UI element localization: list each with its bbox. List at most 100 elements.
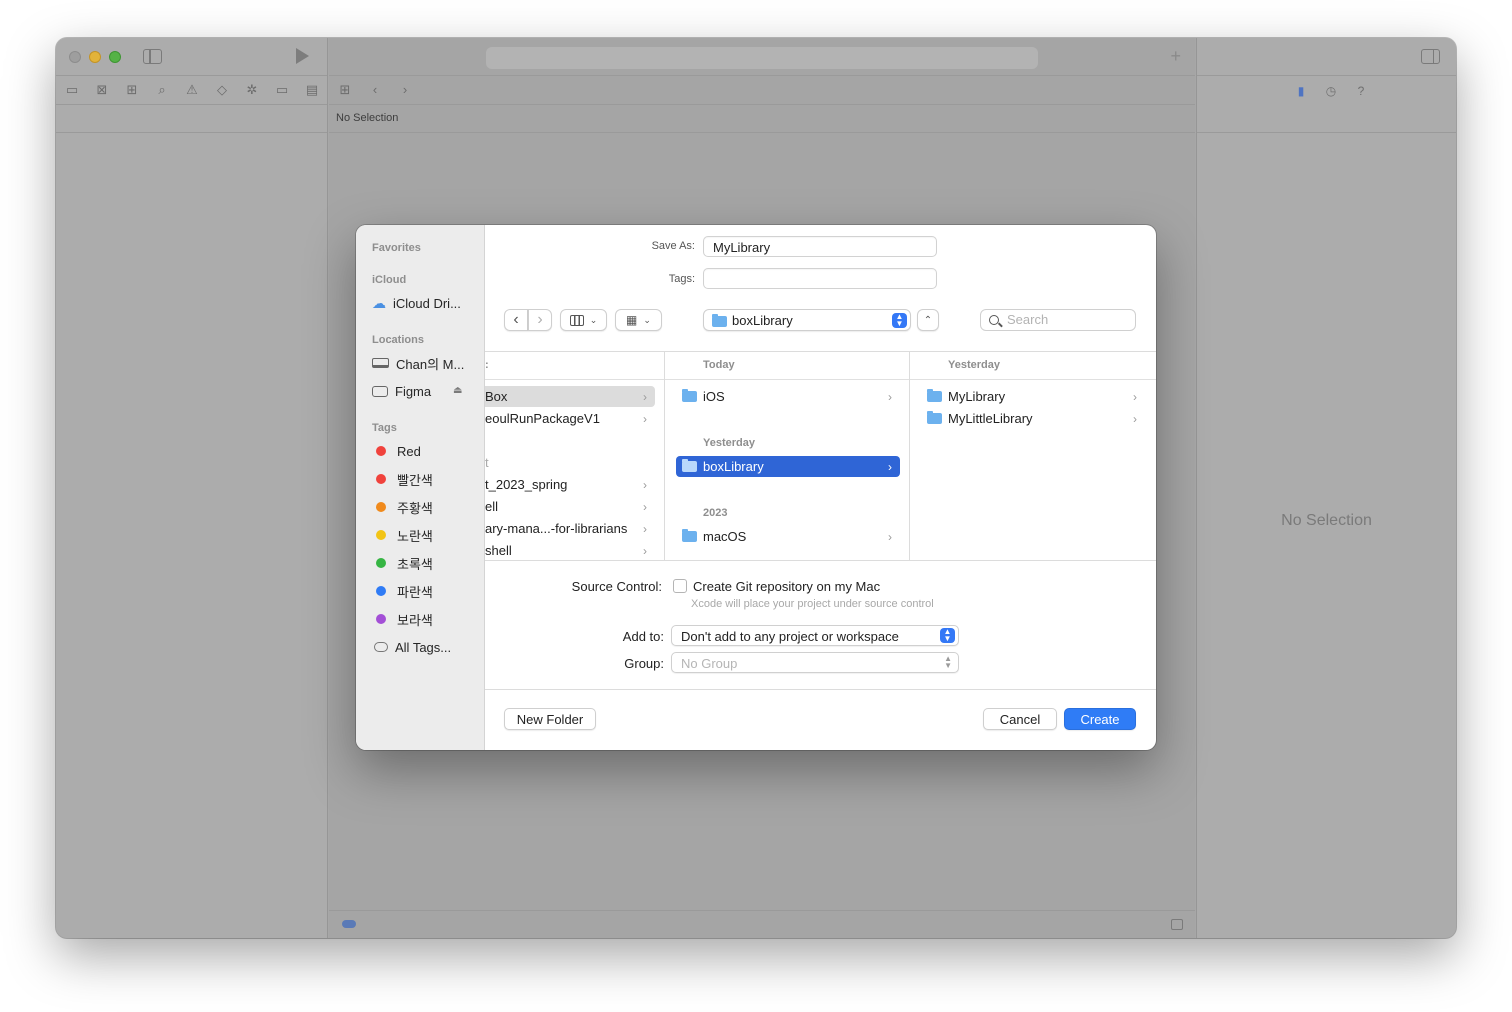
column-browser: : Box › eoulRunPackageV1 › t t_2023_spring › el… bbox=[485, 351, 1156, 561]
sidebar-item-tag[interactable]: 노란색 bbox=[372, 525, 433, 545]
sidebar-item-icloud-drive[interactable]: ☁ iCloud Dri... bbox=[372, 293, 461, 313]
issue-icon[interactable]: ⚠ bbox=[184, 83, 200, 97]
folder-icon bbox=[927, 389, 942, 402]
chevron-left-icon: ‹ bbox=[513, 311, 519, 328]
navigator-titlebar bbox=[56, 38, 327, 76]
git-checkbox[interactable] bbox=[673, 579, 687, 593]
sidebar-item-tag[interactable]: 빨간색 bbox=[372, 469, 433, 489]
filter-badge-icon[interactable] bbox=[342, 920, 356, 928]
columns-icon bbox=[569, 314, 584, 326]
git-hint: Xcode will place your project under sour… bbox=[691, 598, 934, 610]
help-icon[interactable]: ? bbox=[1353, 84, 1369, 98]
sidebar-item-tag[interactable]: 보라색 bbox=[372, 609, 433, 629]
sidebar-toggle-icon[interactable] bbox=[143, 49, 162, 64]
run-icon[interactable] bbox=[296, 48, 309, 64]
search-input[interactable] bbox=[1007, 312, 1127, 327]
tag-color-dot-icon bbox=[376, 446, 386, 456]
list-item[interactable]: eoulRunPackageV1 › bbox=[485, 408, 655, 429]
list-item[interactable]: ell › bbox=[485, 496, 655, 517]
debug-icon[interactable]: ✲ bbox=[244, 83, 260, 97]
sidebar-item-tag[interactable]: 파란색 bbox=[372, 581, 433, 601]
view-mode-button[interactable]: ⌄ bbox=[560, 309, 607, 331]
sidebar-item-tag[interactable]: Red bbox=[372, 441, 421, 461]
list-item[interactable]: shell › bbox=[485, 540, 655, 560]
grid-icon[interactable]: ⊞ bbox=[337, 83, 353, 97]
folder-icon bbox=[682, 389, 697, 402]
symbol-icon[interactable]: ⊞ bbox=[124, 83, 140, 97]
group-popup[interactable]: No Group ▲ ▼ bbox=[671, 652, 959, 673]
list-item[interactable]: MyLittleLibrary › bbox=[921, 408, 1145, 429]
group-button[interactable]: ▦ ⌄ bbox=[615, 309, 662, 331]
inspector-separator bbox=[1197, 105, 1456, 133]
back-icon[interactable]: ‹ bbox=[367, 83, 383, 97]
folder-icon[interactable]: ▭ bbox=[64, 83, 80, 97]
chevron-right-icon: › bbox=[888, 529, 892, 544]
updown-icon: ▲ ▼ bbox=[892, 313, 907, 328]
chevron-right-icon: › bbox=[643, 521, 647, 536]
close-button[interactable] bbox=[69, 51, 81, 63]
column-2-header: Today bbox=[665, 352, 909, 380]
eject-icon[interactable]: ⏏ bbox=[453, 385, 462, 396]
chevron-right-icon: › bbox=[1133, 411, 1137, 426]
plus-icon[interactable]: + bbox=[1170, 46, 1181, 66]
folder-icon bbox=[712, 314, 727, 327]
add-to-popup[interactable]: Don't add to any project or workspace ▲ ▼ bbox=[671, 625, 959, 646]
sidebar-item-tag[interactable]: 주황색 bbox=[372, 497, 433, 517]
debug-bar bbox=[329, 910, 1195, 938]
source-control-icon[interactable]: ⊠ bbox=[94, 83, 110, 97]
navigator-selector-bar: ▭ ⊠ ⊞ ⌕ ⚠ ◇ ✲ ▭ ▤ bbox=[56, 76, 327, 105]
list-item-selected[interactable]: boxLibrary › bbox=[676, 456, 900, 477]
zoom-button[interactable] bbox=[109, 51, 121, 63]
find-icon[interactable]: ⌕ bbox=[154, 83, 170, 97]
add-to-value: Don't add to any project or workspace bbox=[681, 629, 899, 644]
chevron-right-icon: › bbox=[643, 411, 647, 426]
file-inspector-icon[interactable]: ▮ bbox=[1293, 84, 1309, 98]
list-item[interactable]: ary-mana...-for-librarians › bbox=[485, 518, 655, 539]
list-item[interactable]: iOS › bbox=[676, 386, 900, 407]
git-checkbox-label[interactable]: Create Git repository on my Mac bbox=[693, 579, 880, 594]
debug-area-icon[interactable] bbox=[1171, 919, 1183, 930]
tags-label: Tags: bbox=[668, 273, 695, 285]
editor-titlebar: + bbox=[329, 38, 1195, 76]
forward-button[interactable]: › bbox=[528, 309, 552, 331]
history-icon[interactable]: ◷ bbox=[1323, 84, 1339, 98]
chevron-right-icon: › bbox=[537, 311, 543, 328]
grid-icon: ▦ bbox=[626, 313, 638, 327]
forward-icon[interactable]: › bbox=[397, 83, 413, 97]
sidebar-item-tag[interactable]: 초록색 bbox=[372, 553, 433, 573]
list-item[interactable]: t bbox=[485, 452, 655, 473]
expand-collapse-button[interactable]: ⌃ bbox=[917, 309, 939, 331]
add-to-label: Add to: bbox=[622, 629, 664, 644]
back-button[interactable]: ‹ bbox=[504, 309, 528, 331]
search-field[interactable] bbox=[980, 309, 1136, 331]
new-folder-button[interactable]: New Folder bbox=[504, 708, 596, 730]
sidebar-item-all-tags[interactable]: All Tags... bbox=[372, 637, 451, 657]
chevron-right-icon: › bbox=[888, 459, 892, 474]
list-item[interactable]: t_2023_spring › bbox=[485, 474, 655, 495]
breakpoint-icon[interactable]: ▭ bbox=[274, 83, 290, 97]
sidebar-item-figma[interactable]: Figma bbox=[372, 381, 431, 401]
locations-header: Locations bbox=[372, 334, 424, 346]
sidebar-item-mac[interactable]: Chan의 M... bbox=[372, 353, 464, 373]
save-as-field[interactable]: MyLibrary bbox=[703, 236, 937, 257]
minimize-button[interactable] bbox=[89, 51, 101, 63]
browser-column-1: : Box › eoulRunPackageV1 › t t_2023_spring › el… bbox=[485, 352, 665, 560]
chevron-right-icon: › bbox=[643, 543, 647, 558]
folder-icon bbox=[927, 411, 942, 424]
list-item[interactable]: MyLibrary › bbox=[921, 386, 1145, 407]
list-item[interactable]: macOS › bbox=[676, 526, 900, 547]
test-icon[interactable]: ◇ bbox=[214, 83, 230, 97]
tag-outline-icon bbox=[374, 642, 388, 652]
cloud-icon: ☁ bbox=[372, 294, 386, 311]
cancel-button[interactable]: Cancel bbox=[983, 708, 1057, 730]
jump-bar bbox=[329, 105, 1195, 133]
tag-color-dot-icon bbox=[376, 614, 386, 624]
list-item-selected[interactable]: Box › bbox=[485, 386, 655, 407]
inspector-toggle-icon[interactable] bbox=[1421, 49, 1440, 64]
chevron-right-icon: › bbox=[643, 477, 647, 492]
tags-field[interactable] bbox=[703, 268, 937, 289]
navigator-filter-bar bbox=[56, 105, 327, 133]
create-button[interactable]: Create bbox=[1064, 708, 1136, 730]
report-icon[interactable]: ▤ bbox=[304, 83, 320, 97]
location-popup[interactable]: boxLibrary ▲ ▼ bbox=[703, 309, 911, 331]
